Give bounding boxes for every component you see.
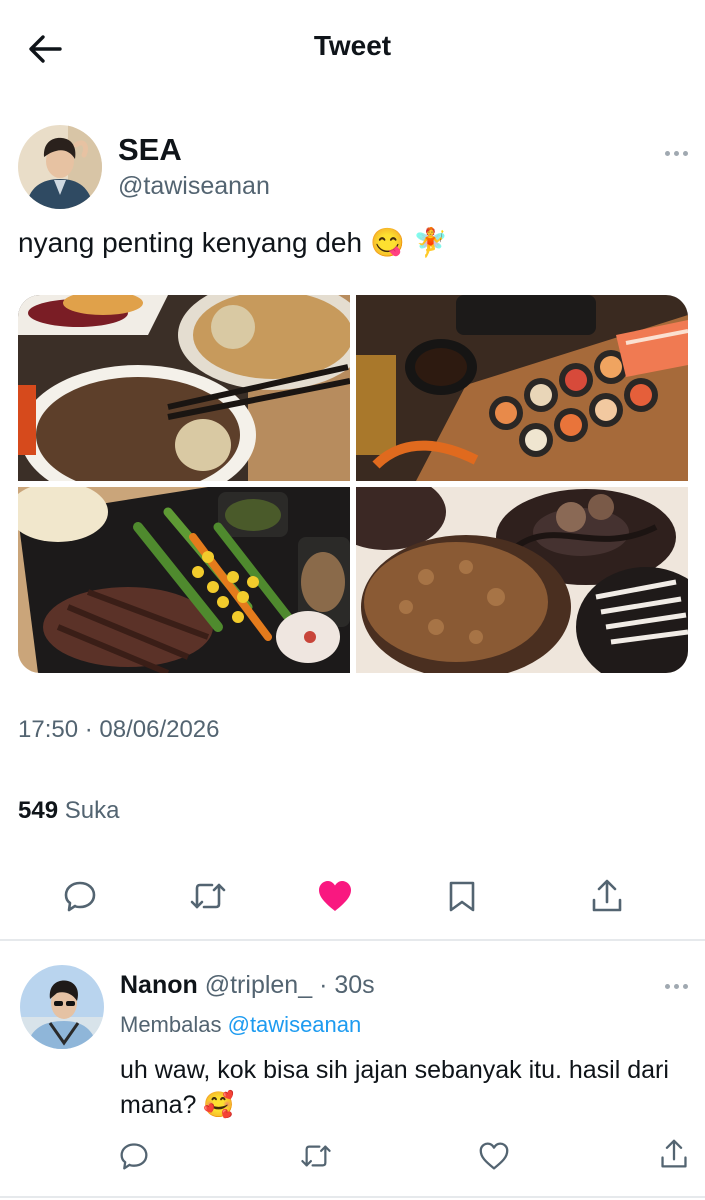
media-photo-udon[interactable] (18, 295, 350, 481)
reply-text: uh waw, kok bisa sih jajan sebanyak itu.… (120, 1053, 680, 1123)
reply-button[interactable] (52, 868, 108, 924)
page-title: Tweet (313, 30, 392, 61)
share-icon (592, 879, 622, 912)
author-name[interactable]: SEA (118, 132, 182, 168)
retweet-button[interactable] (180, 868, 236, 924)
bookmark-icon (449, 881, 475, 912)
tweet-timestamp[interactable]: 17:50 · 08/06/2026 (18, 716, 220, 744)
reply-more-options-button[interactable] (658, 976, 694, 996)
divider (0, 939, 705, 941)
comment-icon (64, 881, 96, 912)
reply-meta: Nanon @triplen_ · 30s (120, 971, 375, 1000)
smiling-hearts-emoji: 🥰 (203, 1091, 235, 1119)
like-button[interactable] (307, 868, 363, 924)
author-handle[interactable]: @tawiseanan (118, 172, 270, 201)
media-photo-sushi[interactable] (356, 295, 688, 481)
likes-number: 549 (18, 797, 59, 824)
reply-author-name[interactable]: Nanon (120, 971, 198, 999)
media-photo-donuts[interactable] (356, 487, 688, 673)
fairy-emoji: 🧚 (412, 227, 448, 258)
media-grid (18, 295, 688, 673)
divider-bottom (0, 1196, 705, 1198)
media-photo-steak[interactable] (18, 487, 350, 673)
likes-label: Suka (64, 797, 120, 824)
replying-to: Membalas @tawiseanan (120, 1012, 361, 1038)
retweet-icon (301, 1145, 331, 1167)
yum-face-emoji: 😋 (370, 227, 405, 258)
more-dots-icon (664, 983, 670, 989)
reply-reply-button[interactable] (106, 1128, 162, 1184)
bookmark-button[interactable] (434, 868, 490, 924)
tweet-text: nyang penting kenyang deh 😋 🧚 (18, 226, 448, 259)
reply-avatar[interactable] (20, 965, 104, 1049)
reply-author-handle[interactable]: @triplen_ (205, 971, 312, 999)
replying-to-label: Membalas (120, 1012, 222, 1037)
retweet-icon (190, 883, 226, 909)
mention-link[interactable]: @tawiseanan (228, 1012, 362, 1037)
share-button[interactable] (579, 868, 635, 924)
share-icon (661, 1139, 687, 1168)
reply-retweet-button[interactable] (288, 1128, 344, 1184)
more-options-button[interactable] (658, 143, 694, 163)
reply-text-content: uh waw, kok bisa sih jajan sebanyak itu.… (120, 1056, 669, 1119)
comment-icon (120, 1143, 148, 1170)
reply-time[interactable]: · 30s (319, 971, 375, 999)
more-dots-icon (664, 150, 670, 156)
reply-share-button[interactable] (646, 1126, 702, 1182)
reply-like-button[interactable] (466, 1128, 522, 1184)
tweet-text-content: nyang penting kenyang deh (18, 226, 363, 258)
likes-count[interactable]: 549 Suka (18, 797, 119, 825)
avatar[interactable] (18, 125, 102, 209)
heart-filled-icon (319, 881, 351, 911)
heart-outline-icon (479, 1142, 509, 1170)
